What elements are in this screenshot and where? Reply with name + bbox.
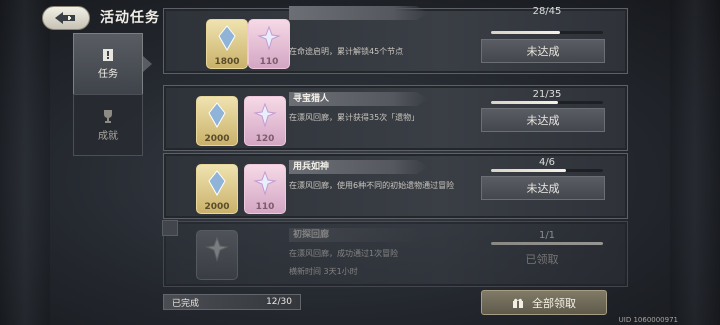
progress-fill bbox=[491, 242, 603, 245]
task-description: 在漂风回廊，成功通过1次冒险 bbox=[289, 249, 399, 258]
progress-fill bbox=[491, 169, 567, 172]
progress-text: 4/6 bbox=[538, 157, 556, 168]
refresh-time: 横新时间 3天1小时 bbox=[289, 267, 358, 276]
reward-item[interactable]: 110 bbox=[244, 164, 286, 214]
status-button[interactable]: 未达成 bbox=[481, 39, 605, 63]
task-icon bbox=[103, 49, 113, 61]
crystal-icon bbox=[218, 25, 236, 52]
task-name: 初探回廊 bbox=[289, 228, 428, 242]
reward-amount: 120 bbox=[255, 134, 275, 144]
progress-text: 21/35 bbox=[532, 89, 562, 100]
task-card: 1800 110 在命途启明，累计解锁45个节点 28/45 未达成 bbox=[163, 6, 628, 74]
reward-amount: 110 bbox=[255, 202, 275, 212]
uid-text: UID 1060000971 bbox=[618, 316, 678, 324]
progress-bar bbox=[491, 242, 603, 245]
trophy-icon bbox=[104, 110, 112, 123]
task-description: 在漂风回廊，使用6种不同的初始遗物通过冒险 bbox=[289, 181, 455, 190]
gift-icon bbox=[513, 298, 523, 308]
progress-bar bbox=[491, 101, 603, 104]
completed-count: 12/30 bbox=[266, 297, 292, 307]
task-card-claimed: 初探回廊 在漂风回廊，成功通过1次冒险 横新时间 3天1小时 1/1 已领取 bbox=[162, 220, 628, 287]
task-card: 2000 120 寻宝猎人 在漂风回廊，累计获得35次「遗物」 21/35 未达… bbox=[163, 85, 628, 151]
star-shard-icon bbox=[253, 170, 277, 196]
reward-item bbox=[196, 230, 238, 280]
progress-text: 1/1 bbox=[538, 230, 556, 241]
progress-fill bbox=[491, 101, 559, 104]
task-description: 在漂风回廊，累计获得35次「遗物」 bbox=[289, 113, 420, 122]
reward-amount: 2000 bbox=[204, 134, 230, 144]
background-pillar-right bbox=[670, 0, 720, 325]
reward-amount: 110 bbox=[259, 57, 279, 67]
reward-amount: 1800 bbox=[214, 57, 240, 67]
status-button[interactable]: 未达成 bbox=[481, 108, 605, 132]
page-title: 活动任务 bbox=[100, 10, 160, 26]
task-name: 寻宝猎人 bbox=[289, 92, 428, 106]
reward-item[interactable]: 2000 bbox=[196, 164, 238, 214]
background-pillar-left bbox=[0, 0, 50, 325]
reward-item[interactable]: 120 bbox=[244, 96, 286, 146]
reward-item[interactable]: 110 bbox=[248, 19, 290, 69]
claim-all-button[interactable]: 全部领取 bbox=[481, 290, 607, 315]
claim-all-label: 全部领取 bbox=[532, 296, 576, 310]
back-button[interactable] bbox=[42, 6, 90, 30]
task-card: 2000 110 用兵如神 在漂风回廊，使用6种不同的初始遗物通过冒险 4/6 … bbox=[163, 153, 628, 219]
status-button[interactable]: 未达成 bbox=[481, 176, 605, 200]
completed-label: 已完成 bbox=[172, 298, 200, 309]
star-shard-icon bbox=[257, 25, 281, 51]
progress-bar bbox=[491, 169, 603, 172]
claimed-badge-icon bbox=[162, 220, 178, 236]
back-arrow-icon bbox=[55, 12, 75, 24]
progress-bar bbox=[491, 31, 603, 34]
reward-amount: 2000 bbox=[204, 202, 230, 212]
star-shard-icon bbox=[253, 102, 277, 128]
tab-achievements[interactable]: 成就 bbox=[73, 94, 143, 156]
star-shard-icon bbox=[205, 236, 229, 262]
crystal-icon bbox=[208, 102, 226, 129]
reward-item[interactable]: 1800 bbox=[206, 19, 248, 69]
progress-text: 28/45 bbox=[532, 6, 562, 17]
tab-achievements-label: 成就 bbox=[98, 131, 118, 142]
completed-counter: 已完成 12/30 bbox=[163, 294, 301, 310]
task-name: 用兵如神 bbox=[289, 160, 428, 174]
task-name bbox=[289, 6, 428, 20]
status-label: 已领取 bbox=[525, 253, 559, 266]
tab-tasks-label: 任务 bbox=[98, 69, 118, 80]
tab-tasks[interactable]: 任务 bbox=[73, 33, 152, 95]
task-description: 在命途启明，累计解锁45个节点 bbox=[289, 47, 404, 56]
progress-fill bbox=[491, 31, 561, 34]
crystal-icon bbox=[208, 170, 226, 197]
reward-item[interactable]: 2000 bbox=[196, 96, 238, 146]
